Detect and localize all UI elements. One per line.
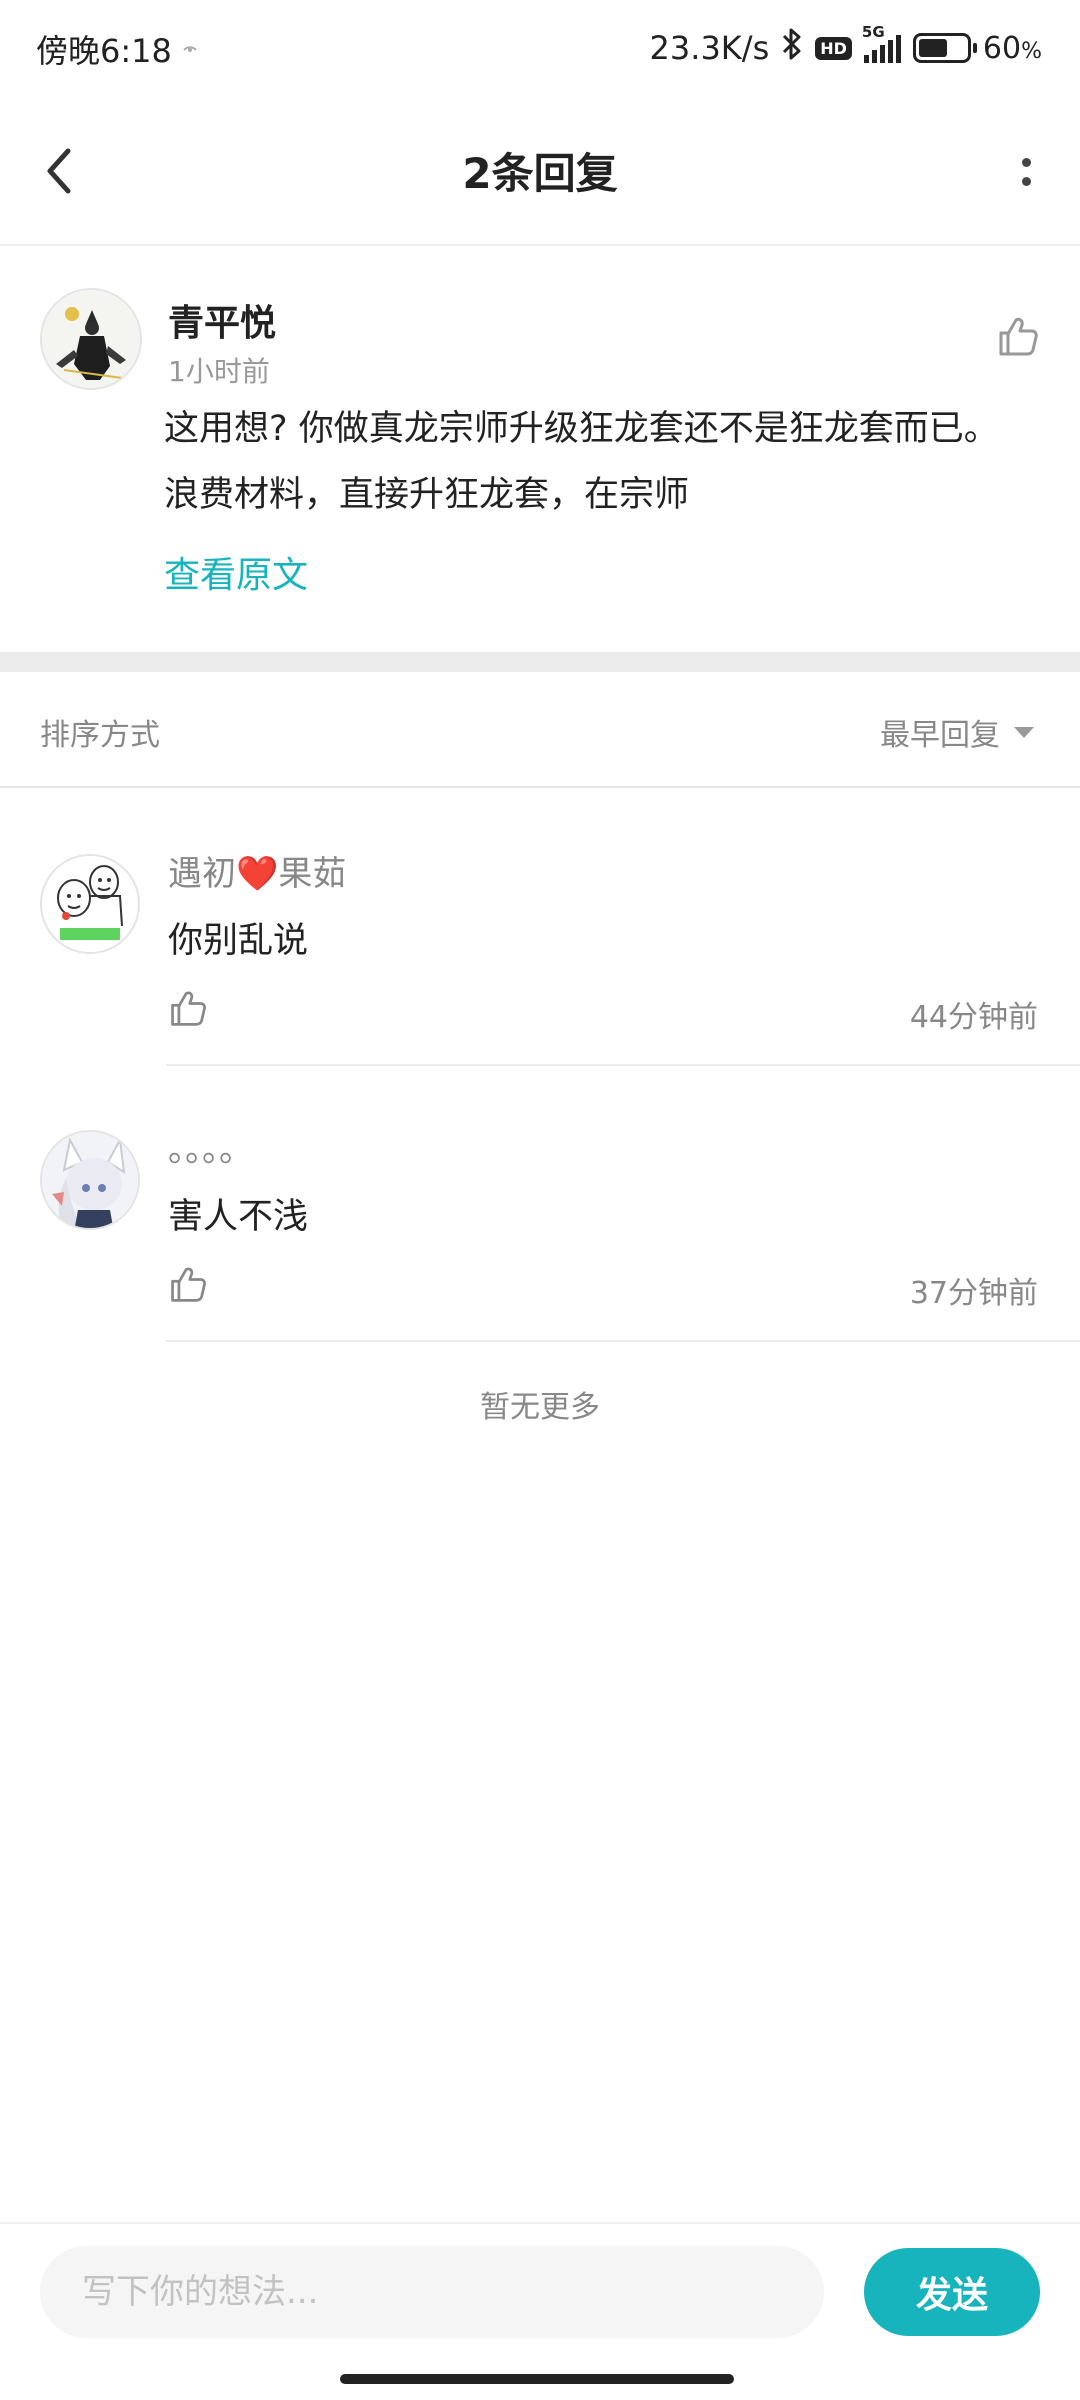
hd-badge: HD: [815, 36, 852, 60]
network-type: 5G: [861, 23, 885, 41]
network-speed: 23.3K/s: [649, 29, 770, 67]
avatar[interactable]: [40, 1130, 140, 1230]
battery-fill: [918, 39, 947, 57]
main-comment: 青平悦 1小时前 这用想? 你做真龙宗师升级狂龙套还不是狂龙套而已。浪费材料，直…: [0, 246, 1080, 652]
reply-author[interactable]: 。。。。: [168, 1122, 253, 1171]
sort-label: 排序方式: [40, 718, 160, 753]
sort-row: 排序方式 最早回复: [0, 672, 1080, 788]
author-name[interactable]: 青平悦: [168, 294, 276, 346]
thumbs-up-icon: [999, 317, 1038, 356]
comment-composer: 发送: [0, 2222, 1080, 2358]
sort-selected-value: 最早回复: [880, 718, 1000, 753]
thumbs-up-icon: [171, 1267, 206, 1302]
comment-input[interactable]: [40, 2246, 824, 2338]
reply-time: 44分钟前: [909, 1000, 1038, 1035]
reply-item: 。。。。 害人不浅 37分钟前: [0, 1066, 1080, 1342]
no-more-text: 暂无更多: [480, 1390, 600, 1425]
more-options-button[interactable]: [1006, 142, 1046, 202]
signal-icon: 5G: [862, 23, 901, 63]
reply-author[interactable]: 遇初❤️果茹: [168, 846, 346, 895]
notification-icon: [182, 38, 198, 59]
status-time: 傍晚6:18: [36, 32, 172, 70]
sort-dropdown[interactable]: 最早回复: [880, 710, 1034, 754]
like-button[interactable]: [168, 1264, 208, 1304]
comment-time: 1小时前: [168, 355, 270, 388]
page-title: 2条回复: [462, 149, 618, 198]
avatar[interactable]: [40, 854, 140, 954]
send-button[interactable]: 发送: [864, 2248, 1040, 2336]
comment-text: 这用想? 你做真龙宗师升级狂龙套还不是狂龙套而已。浪费材料，直接升狂龙套，在宗师: [164, 409, 999, 515]
like-button[interactable]: [168, 988, 208, 1028]
view-original-link[interactable]: 查看原文: [164, 546, 308, 598]
reply-divider: [166, 1340, 1080, 1342]
status-indicators: 23.3K/s HD 5G 60%: [649, 23, 1042, 72]
home-indicator[interactable]: [340, 2374, 734, 2384]
status-bar: 傍晚6:18 23.3K/s HD 5G 60%: [0, 0, 1080, 96]
battery-percent: 60%: [982, 30, 1042, 66]
reply-time: 37分钟前: [909, 1276, 1038, 1311]
like-button[interactable]: [996, 314, 1040, 358]
battery-icon: [912, 33, 977, 63]
reply-text: 害人不浅: [168, 1197, 309, 1237]
thumbs-up-icon: [171, 991, 206, 1026]
avatar[interactable]: [40, 288, 142, 390]
bluetooth-icon: [781, 27, 803, 69]
more-dot: [1021, 177, 1031, 186]
caret-down-icon: [1014, 726, 1034, 738]
reply-text: 你别乱说: [168, 921, 309, 961]
reply-item: 遇初❤️果茹 你别乱说 44分钟前: [0, 790, 1080, 1066]
more-dot: [1021, 158, 1031, 167]
title-bar: 2条回复: [0, 96, 1080, 246]
section-divider: [0, 652, 1080, 672]
